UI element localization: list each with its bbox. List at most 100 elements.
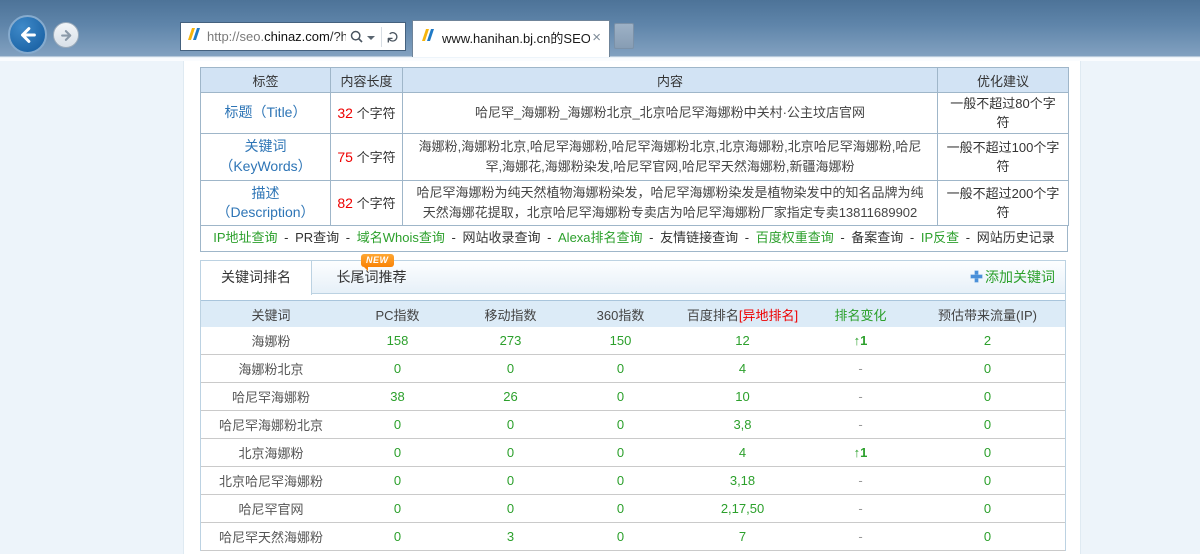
baidu-rank-cell: 10	[674, 383, 811, 411]
traffic-cell: 0	[910, 439, 1065, 467]
char-unit: 个字符	[353, 106, 396, 121]
tool-link[interactable]: 网站收录查询	[462, 230, 540, 245]
url-prefix: http://seo.	[207, 29, 264, 44]
meta-label-link[interactable]: 关键词（KeyWords）	[202, 137, 329, 176]
360-index-cell: 0	[567, 383, 674, 411]
kw-header-pc-index: PC指数	[341, 301, 454, 327]
meta-length-cell: 32 个字符	[331, 93, 403, 134]
tool-link-separator: -	[962, 230, 974, 245]
meta-length-cell: 82 个字符	[331, 181, 403, 226]
chinaz-favicon-icon	[186, 26, 202, 47]
pc-index-cell: 38	[341, 383, 454, 411]
url-text: http://seo.chinaz.com/?host=www.hanihan.…	[207, 29, 346, 44]
keyword-table-row: 海娜粉15827315012↑12	[201, 327, 1065, 355]
back-button[interactable]	[8, 15, 47, 54]
pc-index-cell: 0	[341, 355, 454, 383]
browser-tab[interactable]: www.hanihan.bj.cn的SEO... ×	[412, 20, 610, 57]
meta-length-cell: 75 个字符	[331, 134, 403, 181]
meta-content-cell: 哈尼罕_海娜粉_海娜粉北京_北京哈尼罕海娜粉中关村·公主坟店官网	[403, 93, 938, 134]
browser-chrome: http://seo.chinaz.com/?host=www.hanihan.…	[0, 0, 1200, 57]
tool-link[interactable]: 友情链接查询	[660, 230, 738, 245]
traffic-cell: 0	[910, 411, 1065, 439]
pc-index-cell: 0	[341, 411, 454, 439]
new-tab-button[interactable]	[614, 23, 634, 49]
rank-change-cell: -	[811, 383, 910, 411]
meta-label-link[interactable]: 标题（Title）	[219, 103, 313, 123]
meta-advice-cell: 一般不超过200个字符	[938, 181, 1069, 226]
char-count: 32	[337, 105, 353, 121]
tool-link[interactable]: 百度权重查询	[756, 230, 834, 245]
rank-change-cell: -	[811, 523, 910, 551]
tab-close-icon[interactable]: ×	[590, 30, 603, 45]
kw-header-keyword: 关键词	[201, 301, 341, 327]
keyword-table-row: 哈尼罕海娜粉3826010-0	[201, 383, 1065, 411]
rank-change-cell: -	[811, 495, 910, 523]
plus-icon	[971, 271, 982, 282]
meta-table-body: 标题（Title） 32 个字符哈尼罕_海娜粉_海娜粉北京_北京哈尼罕海娜粉中关村…	[201, 93, 1069, 226]
url-path: /?host=www.hanihan.bj	[330, 29, 346, 44]
seo-meta-table: 标签 内容长度 内容 优化建议 标题（Title）32 个字符哈尼罕_海娜粉_海…	[200, 67, 1069, 226]
360-index-cell: 0	[567, 355, 674, 383]
keyword-table-row: 北京海娜粉0004↑10	[201, 439, 1065, 467]
forward-button[interactable]	[53, 22, 79, 48]
keyword-cell: 哈尼罕海娜粉北京	[201, 411, 341, 439]
pc-index-cell: 0	[341, 495, 454, 523]
tool-link[interactable]: PR查询	[295, 230, 339, 245]
traffic-cell: 0	[910, 383, 1065, 411]
refresh-icon[interactable]: ↻	[388, 29, 401, 45]
tool-link[interactable]: IP地址查询	[213, 230, 277, 245]
keyword-tabbar: 关键词排名 长尾词推荐 NEW 添加关键词	[201, 261, 1065, 294]
keyword-cell: 哈尼罕天然海娜粉	[201, 523, 341, 551]
add-keyword-button[interactable]: 添加关键词	[971, 261, 1055, 294]
traffic-cell: 0	[910, 467, 1065, 495]
new-badge: NEW	[361, 254, 394, 267]
pc-index-cell: 158	[341, 327, 454, 355]
360-index-cell: 0	[567, 467, 674, 495]
tool-link-separator: -	[543, 230, 555, 245]
pc-index-cell: 0	[341, 439, 454, 467]
tab-keyword-rank[interactable]: 关键词排名	[201, 261, 312, 295]
tool-link[interactable]: 备案查询	[851, 230, 903, 245]
keyword-section: 关键词排名 长尾词推荐 NEW 添加关键词 关键词 PC指数 移动指数 360指…	[200, 260, 1066, 551]
meta-header-content: 内容	[403, 68, 938, 93]
baidu-rank-cell: 3,18	[674, 467, 811, 495]
mobile-index-cell: 0	[454, 411, 567, 439]
tool-link-separator: -	[342, 230, 354, 245]
char-count: 75	[337, 149, 353, 165]
mobile-index-cell: 0	[454, 495, 567, 523]
360-index-cell: 0	[567, 495, 674, 523]
tool-link[interactable]: IP反查	[921, 230, 959, 245]
baidu-rank-cell: 12	[674, 327, 811, 355]
tool-link[interactable]: 域名Whois查询	[357, 230, 445, 245]
mobile-index-cell: 0	[454, 355, 567, 383]
tool-link[interactable]: 网站历史记录	[977, 230, 1055, 245]
baidu-rank-cell: 3,8	[674, 411, 811, 439]
meta-header-label: 标签	[201, 68, 331, 93]
pc-index-cell: 0	[341, 523, 454, 551]
add-keyword-label: 添加关键词	[985, 269, 1055, 285]
meta-table-row: 描述（Description）82 个字符哈尼罕海娜粉为纯天然植物海娜粉染发，哈…	[201, 181, 1069, 226]
mobile-index-cell: 26	[454, 383, 567, 411]
tool-link-separator: -	[837, 230, 849, 245]
traffic-cell: 0	[910, 495, 1065, 523]
char-count: 82	[337, 195, 353, 211]
baidu-rank-cell: 4	[674, 439, 811, 467]
kw-header-rank-change: 排名变化	[811, 301, 910, 327]
address-bar[interactable]: http://seo.chinaz.com/?host=www.hanihan.…	[180, 22, 406, 51]
tool-links-row: IP地址查询 - PR查询 - 域名Whois查询 - 网站收录查询 - Ale…	[200, 226, 1068, 252]
rank-change-cell: -	[811, 355, 910, 383]
tool-link-separator: -	[281, 230, 293, 245]
meta-header-length: 内容长度	[331, 68, 403, 93]
addressbar-divider	[381, 27, 382, 47]
rank-change-cell: -	[811, 411, 910, 439]
traffic-cell: 0	[910, 355, 1065, 383]
tool-link-separator: -	[906, 230, 918, 245]
meta-label-link[interactable]: 描述（Description）	[202, 184, 329, 223]
search-dropdown-caret-icon[interactable]	[367, 36, 375, 40]
mobile-index-cell: 0	[454, 439, 567, 467]
meta-label-cell: 关键词（KeyWords）	[201, 134, 331, 181]
search-icon[interactable]	[349, 29, 364, 44]
url-domain: chinaz.com	[264, 29, 330, 44]
tool-link[interactable]: Alexa排名查询	[558, 230, 643, 245]
keyword-table-row: 哈尼罕海娜粉北京0003,8-0	[201, 411, 1065, 439]
